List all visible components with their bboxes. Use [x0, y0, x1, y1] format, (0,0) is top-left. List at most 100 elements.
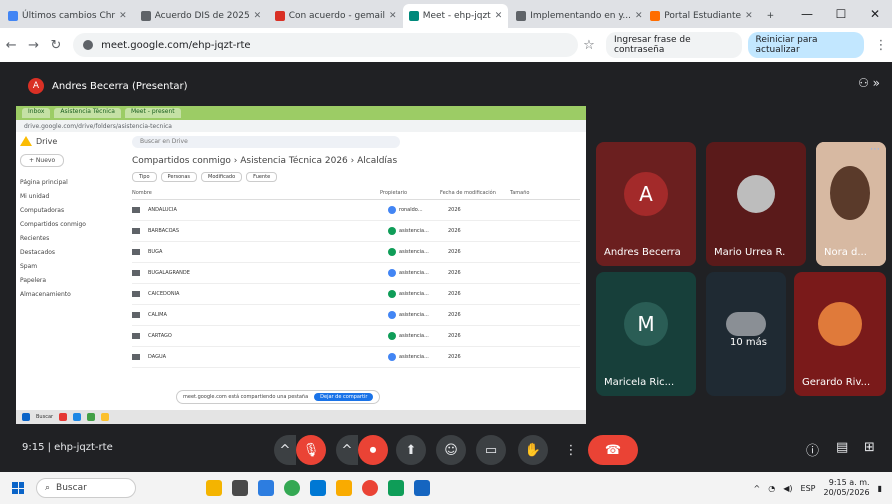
drive-sidebar: Drive + Nuevo Página principal Mi unidad C…	[16, 132, 126, 402]
tab-title: Acuerdo DIS de 2025	[154, 11, 250, 21]
close-tab-icon[interactable]: ✕	[635, 11, 642, 21]
shared-taskbar-search: Buscar	[36, 414, 54, 420]
folder-owner: ronaldo...	[388, 206, 448, 214]
participant-tile[interactable]: 10 más	[706, 272, 786, 396]
browser-tab[interactable]: Últimos cambios Chr ✕	[2, 4, 133, 28]
chat-icon[interactable]: ▤	[836, 440, 848, 455]
present-icon[interactable]: ⬆	[396, 435, 426, 465]
drive-breadcrumb: Compartidos conmigo › Asistencia Técnica…	[132, 156, 398, 166]
emoji-icon[interactable]: ☺	[436, 435, 466, 465]
clock-date: 20/05/2026	[823, 488, 870, 497]
tray-chevron-icon[interactable]: ^	[754, 484, 761, 493]
volume-icon[interactable]: ◀)	[783, 484, 792, 493]
clock[interactable]: 9:15 a. m. 20/05/2026	[823, 478, 869, 498]
share-banner: meet.google.com está compartiendo una pe…	[176, 390, 381, 404]
browser-tab[interactable]: Con acuerdo - gemail ✕	[269, 4, 401, 28]
participant-tile[interactable]: Gerardo Riv...	[794, 272, 886, 396]
drive-sidebar-item: Spam	[20, 262, 38, 270]
more-options-icon[interactable]: ⋮	[556, 435, 586, 465]
folder-name: BARBACOAS	[148, 228, 180, 234]
mic-off-icon[interactable]: 🎙	[296, 435, 326, 465]
folder-date: 2026	[448, 207, 461, 213]
drive-main: Buscar en Drive Compartidos conmigo › As…	[126, 132, 586, 402]
file-explorer-icon[interactable]	[258, 480, 274, 496]
passphrase-chip[interactable]: Ingresar frase de contraseña	[606, 32, 742, 58]
browser-tab[interactable]: Acuerdo DIS de 2025 ✕	[135, 4, 267, 28]
close-tab-icon[interactable]: ✕	[119, 11, 127, 21]
forward-icon[interactable]: →	[22, 38, 44, 53]
captions-icon[interactable]: ▭	[476, 435, 506, 465]
star-icon[interactable]: ☆	[578, 38, 600, 53]
windows-start-icon[interactable]	[12, 482, 24, 494]
more-participants-avatars	[726, 312, 766, 336]
browser-tab[interactable]: Portal Estudiante ✕	[644, 4, 758, 28]
maximize-button[interactable]: ☐	[824, 7, 858, 21]
menu-icon[interactable]: ⋮	[870, 38, 892, 53]
address-bar[interactable]: meet.google.com/ehp-jqzt-rte	[73, 33, 578, 57]
taskbar-search[interactable]: ⌕ Buscar	[36, 478, 136, 498]
participant-tile[interactable]: Mario Urrea R.	[706, 142, 806, 266]
browser-tab[interactable]: Implementando en y... ✕	[510, 4, 642, 28]
reload-icon[interactable]: ↻	[45, 38, 67, 53]
participant-name: Nora d...	[824, 247, 867, 258]
folder-owner: asistencia...	[388, 332, 448, 340]
folder-icon[interactable]	[336, 480, 352, 496]
participant-avatar: M	[624, 302, 668, 346]
app-icon[interactable]	[414, 480, 430, 496]
participant-tile[interactable]: M Maricela Ric...	[596, 272, 696, 396]
tab-title: Con acuerdo - gemail	[288, 11, 386, 21]
close-tab-icon[interactable]: ✕	[495, 11, 503, 21]
close-tab-icon[interactable]: ✕	[745, 11, 753, 21]
end-call-button[interactable]: ☎	[588, 435, 638, 465]
drive-filter-chip: Fuente	[246, 172, 278, 182]
layout-icon[interactable]: ⚇ »	[858, 76, 880, 90]
mic-options-button[interactable]: ^	[274, 435, 296, 465]
site-info-icon[interactable]	[83, 40, 94, 50]
chrome-icon[interactable]	[284, 480, 300, 496]
widgets-icon[interactable]	[206, 480, 222, 496]
taskbar-search-text: Buscar	[56, 483, 87, 493]
close-window-button[interactable]: ✕	[858, 7, 892, 21]
shared-app-icon	[73, 413, 82, 421]
folder-date: 2026	[448, 249, 461, 255]
folder-date: 2026	[448, 354, 461, 360]
owner-name: asistencia...	[399, 270, 429, 276]
shared-app-icon	[59, 413, 68, 421]
drive-sidebar-item: Recientes	[20, 234, 50, 242]
back-icon[interactable]: ←	[0, 38, 22, 53]
participant-avatar	[818, 302, 862, 346]
participant-name: Mario Urrea R.	[714, 247, 786, 258]
update-chip[interactable]: Reiniciar para actualizar	[747, 32, 864, 58]
drive-new-button: + Nuevo	[20, 154, 65, 167]
owner-avatar	[388, 269, 396, 277]
info-icon[interactable]: ⓘ	[806, 440, 819, 459]
browser-tab[interactable]: Meet - ehp-jqzt ✕	[402, 4, 509, 28]
raise-hand-icon[interactable]: ✋	[518, 435, 548, 465]
participant-tile[interactable]: A Andres Becerra	[596, 142, 696, 266]
participant-tile[interactable]: Nora d... ⋯	[816, 142, 886, 266]
folder-date: 2026	[448, 228, 461, 234]
drive-folder-row: CAICEDONIA asistencia... 2026	[132, 284, 580, 305]
tile-options-icon[interactable]: ⋯	[870, 144, 880, 155]
activities-icon[interactable]: ⊞	[864, 440, 875, 455]
wifi-icon[interactable]: ◔	[768, 484, 775, 493]
close-tab-icon[interactable]: ✕	[389, 11, 397, 21]
camera-off-icon[interactable]: ⏺	[358, 435, 388, 465]
close-tab-icon[interactable]: ✕	[254, 11, 262, 21]
task-view-icon[interactable]	[232, 480, 248, 496]
drive-filter-chip: Tipo	[132, 172, 157, 182]
app-icon[interactable]	[388, 480, 404, 496]
app-icon[interactable]	[362, 480, 378, 496]
owner-avatar	[388, 332, 396, 340]
tab-title: Meet - ehp-jqzt	[422, 11, 491, 21]
url-text: meet.google.com/ehp-jqzt-rte	[101, 39, 251, 51]
language-indicator[interactable]: ESP	[801, 484, 816, 493]
new-tab-button[interactable]: +	[761, 4, 793, 28]
edge-icon[interactable]	[310, 480, 326, 496]
notifications-icon[interactable]: ▮	[878, 484, 882, 493]
minimize-button[interactable]: —	[790, 7, 824, 21]
browser-toolbar: ← → ↻ meet.google.com/ehp-jqzt-rte ☆ Ing…	[0, 28, 892, 62]
search-icon: ⌕	[45, 483, 51, 493]
window-controls: — ☐ ✕	[790, 0, 892, 28]
camera-options-button[interactable]: ^	[336, 435, 358, 465]
